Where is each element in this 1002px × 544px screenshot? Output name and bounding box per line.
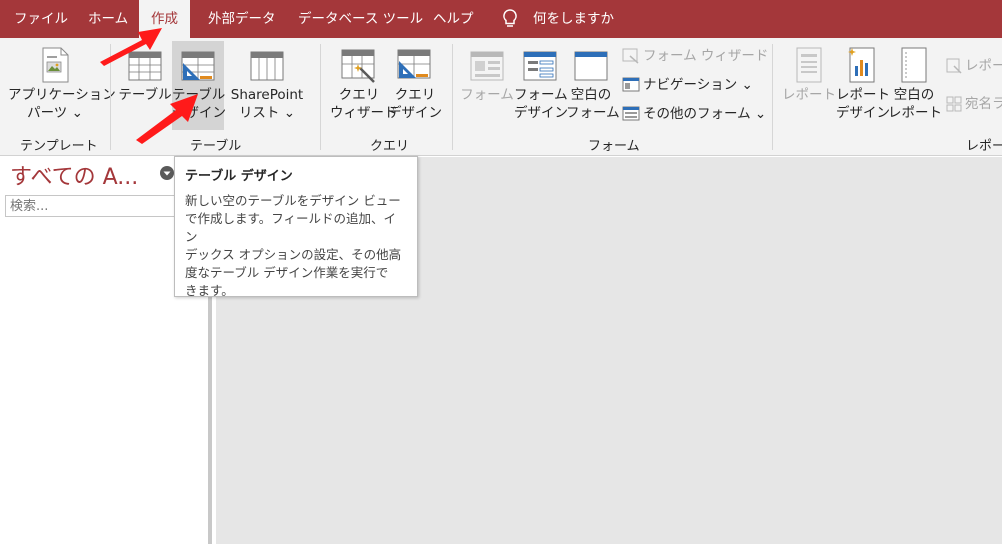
labels-icon	[946, 96, 962, 112]
tab-database-tools[interactable]: データベース ツール	[298, 0, 423, 38]
form-button[interactable]: フォーム	[460, 46, 514, 104]
tooltip-line: 新しい空のテーブルをデザイン ビュー	[185, 193, 401, 208]
report-design-label-1: レポート	[836, 87, 890, 103]
navigation-form-icon	[622, 77, 640, 92]
group-separator	[320, 44, 321, 150]
report-wizard-button[interactable]: レポー	[946, 56, 1002, 76]
tooltip-body: 新しい空のテーブルをデザイン ビュー で作成します。フィールドの追加、イン デッ…	[185, 192, 407, 300]
tooltip: テーブル デザイン 新しい空のテーブルをデザイン ビュー で作成します。フィール…	[174, 156, 418, 300]
blank-report-label-1: 空白の	[893, 87, 935, 103]
group-separator	[452, 44, 453, 150]
tooltip-title: テーブル デザイン	[185, 169, 293, 184]
report-icon	[796, 47, 822, 83]
lightbulb-icon[interactable]	[500, 8, 520, 30]
report-wizard-label: レポー	[965, 58, 1002, 74]
query-wizard-icon	[341, 49, 375, 83]
application-parts-label-1: アプリケーション	[8, 87, 116, 103]
blank-form-label-1: 空白の	[570, 87, 612, 103]
nav-pane-title[interactable]: すべての A...	[10, 159, 138, 191]
form-design-label-2: デザイン	[514, 105, 568, 121]
tooltip-line: きます。	[185, 283, 234, 298]
tell-me-search[interactable]: 何をしますか	[533, 0, 614, 38]
labels-button[interactable]: 宛名ラ	[946, 94, 1002, 114]
group-label-query: クエリ	[370, 139, 410, 154]
query-design-icon	[397, 49, 431, 79]
application-parts-label-2: パーツ ⌄	[27, 105, 83, 121]
query-wizard-label-2: ウィザード	[330, 105, 398, 121]
report-design-button[interactable]: レポート デザイン	[836, 46, 890, 122]
report-button[interactable]: レポート	[782, 46, 836, 104]
tooltip-line: 度なテーブル デザイン作業を実行で	[185, 265, 389, 280]
more-forms-button[interactable]: その他のフォーム ⌄	[622, 104, 766, 124]
group-label-template: テンプレート	[20, 139, 98, 154]
form-wizard-button[interactable]: フォーム ウィザード	[622, 46, 768, 66]
form-design-label-1: フォーム	[514, 87, 568, 103]
labels-label: 宛名ラ	[965, 96, 1002, 112]
query-design-label-2: デザイン	[388, 105, 442, 121]
nav-search-input[interactable]	[5, 195, 175, 217]
blank-report-button[interactable]: 空白の レポート	[888, 46, 942, 122]
more-forms-label: その他のフォーム ⌄	[643, 106, 767, 122]
blank-form-icon	[574, 51, 608, 81]
navigation-button[interactable]: ナビゲーション ⌄	[622, 75, 753, 95]
annotation-arrow-icon	[136, 94, 198, 144]
form-button-label: フォーム	[460, 87, 514, 103]
form-icon	[470, 51, 504, 81]
group-separator	[772, 44, 773, 150]
tab-external-data[interactable]: 外部データ	[208, 0, 276, 38]
form-wizard-icon	[622, 48, 639, 64]
report-design-icon	[848, 47, 875, 83]
tooltip-line: で作成します。フィールドの追加、イン	[185, 211, 397, 244]
query-design-label-1: クエリ	[394, 87, 436, 103]
application-parts-icon	[42, 47, 69, 83]
sharepoint-list-button[interactable]: SharePoint リスト ⌄	[226, 46, 308, 122]
tab-file[interactable]: ファイル	[14, 0, 68, 38]
group-label-report: レポート	[966, 139, 1002, 154]
report-design-label-2: デザイン	[836, 105, 890, 121]
blank-report-icon	[901, 47, 927, 83]
more-forms-icon	[622, 106, 640, 121]
table-design-icon	[181, 51, 215, 81]
tab-help[interactable]: ヘルプ	[433, 0, 474, 38]
report-button-label: レポート	[782, 87, 836, 103]
query-wizard-button[interactable]: クエリ ウィザード	[330, 46, 398, 122]
blank-report-label-2: レポート	[888, 105, 942, 121]
form-design-icon	[523, 51, 557, 81]
query-wizard-label-1: クエリ	[338, 87, 380, 103]
form-wizard-label: フォーム ウィザード	[643, 48, 769, 64]
sharepoint-list-icon	[250, 51, 284, 81]
application-parts-button[interactable]: アプリケーション パーツ ⌄	[8, 46, 116, 122]
sharepoint-list-label-2: リスト ⌄	[238, 105, 296, 121]
report-wizard-icon	[946, 58, 962, 74]
annotation-arrow-icon	[100, 28, 162, 66]
blank-form-label-2: フォーム	[566, 105, 620, 121]
group-label-form: フォーム	[588, 139, 640, 154]
sharepoint-list-label-1: SharePoint	[230, 87, 304, 103]
query-design-button[interactable]: クエリ デザイン	[388, 46, 442, 122]
chevron-down-circle-icon[interactable]	[159, 165, 175, 181]
tooltip-line: デックス オプションの設定、その他高	[185, 247, 402, 262]
navigation-label: ナビゲーション ⌄	[643, 77, 753, 93]
form-design-button[interactable]: フォーム デザイン	[514, 46, 568, 122]
blank-form-button[interactable]: 空白の フォーム	[566, 46, 620, 122]
